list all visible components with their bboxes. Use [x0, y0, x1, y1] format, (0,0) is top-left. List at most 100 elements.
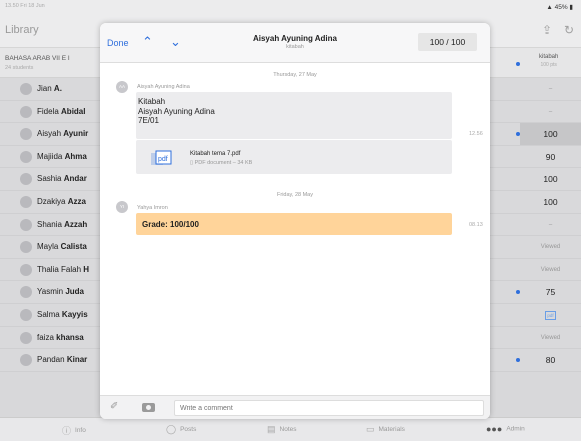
attachment-meta: ▯ PDF document – 34 KB: [190, 160, 252, 166]
student-name: Pandan Kinar: [37, 355, 107, 364]
camera-icon[interactable]: [142, 403, 155, 412]
refresh-icon[interactable]: ↻: [564, 23, 574, 37]
score-cell[interactable]: 90: [520, 146, 581, 168]
date-divider: Thursday, 27 May: [273, 72, 317, 78]
student-name: faiza khansa: [37, 333, 107, 342]
tab-notes-label: Notes: [279, 426, 297, 434]
people-icon: ●●●: [486, 424, 503, 434]
student-name: Sashia Andar: [37, 174, 107, 183]
score-cell[interactable]: Viewed: [520, 327, 581, 349]
battery-level: 45%: [554, 4, 568, 11]
avatar: [20, 263, 32, 276]
student-first-name: Fidela: [37, 106, 59, 116]
score-cell[interactable]: –: [520, 214, 581, 236]
assignment-column-points: 100 pts: [540, 62, 557, 68]
student-first-name: Thalia Falah: [37, 264, 82, 274]
student-last-name: Juda: [65, 287, 84, 297]
score-cell[interactable]: –: [520, 101, 581, 123]
message-time: 08.13: [469, 222, 483, 228]
svg-text:pdf: pdf: [158, 156, 168, 163]
avatar: [20, 241, 32, 254]
student-last-name: Kinar: [66, 355, 88, 365]
attachment-name[interactable]: Kitabah tema 7.pdf: [190, 151, 240, 157]
attachment-bubble[interactable]: [136, 140, 452, 174]
score-cell[interactable]: 75: [520, 281, 581, 303]
student-first-name: Mayla: [37, 242, 59, 252]
library-link[interactable]: Library: [5, 24, 39, 36]
class-name: BAHASA ARAB VII E I: [5, 55, 70, 62]
student-first-name: Dzakiya: [37, 196, 66, 206]
avatar: [20, 218, 32, 231]
assignment-column-title: kitabah: [539, 54, 559, 60]
pdf-file-icon: pdf: [151, 150, 172, 165]
pdf-icon: pdf: [545, 311, 556, 321]
score-cell[interactable]: –: [520, 78, 581, 100]
score-cell[interactable]: 100: [520, 123, 581, 146]
share-icon[interactable]: ⇪: [542, 23, 552, 37]
student-last-name: Abidal: [61, 106, 86, 116]
folder-icon: ▭: [366, 424, 375, 434]
student-name: Jian A.: [37, 84, 107, 93]
student-last-name: Kayyis: [61, 309, 88, 319]
avatar: [20, 195, 32, 208]
grade-message-text: Grade: 100/100: [142, 220, 199, 229]
status-time: 13.50 Fri 18 Jun: [5, 3, 45, 9]
student-last-name: A.: [53, 84, 62, 93]
modal-subtitle: kitabah: [286, 44, 304, 50]
comment-bar: ✐: [100, 395, 490, 419]
avatar: [20, 128, 32, 141]
student-first-name: faiza: [37, 332, 54, 342]
student-name: Mayla Calista: [37, 242, 107, 251]
student-name: Aisyah Ayunir: [37, 129, 107, 138]
student-first-name: Majiida: [37, 151, 63, 161]
tab-info-label: Info: [75, 427, 86, 435]
score-cell[interactable]: 100: [520, 168, 581, 190]
student-first-name: Yasmin: [37, 287, 64, 297]
message-line: Aisyah Ayuning Adina: [138, 106, 215, 116]
student-last-name: Calista: [60, 242, 87, 252]
score-cell[interactable]: 80: [520, 349, 581, 371]
tab-admin-label: Admin: [506, 425, 525, 433]
grade-field[interactable]: 100 / 100: [418, 33, 477, 51]
student-name: Shania Azzah: [37, 220, 107, 229]
student-name: Yasmin Juda: [37, 287, 107, 296]
comment-input[interactable]: [174, 400, 484, 416]
attachment-size: PDF document – 34 KB: [194, 160, 253, 166]
student-last-name: Andar: [63, 174, 87, 184]
chevron-down-icon[interactable]: ⌄: [170, 34, 181, 50]
student-first-name: Jian: [37, 84, 52, 93]
avatar: [20, 83, 32, 95]
student-last-name: Ayunir: [63, 129, 89, 139]
done-button[interactable]: Done: [107, 38, 129, 48]
message-line: Kitabah: [138, 97, 166, 106]
score-cell[interactable]: Viewed: [520, 259, 581, 281]
tab-admin[interactable]: ●●● Admin: [486, 424, 525, 434]
tab-info[interactable]: ⓘ Info: [62, 424, 86, 437]
score-cell[interactable]: pdf: [520, 304, 581, 326]
modal-header: Done ⌃ ⌄ Aisyah Ayuning Adina kitabah 10…: [100, 23, 490, 63]
date-divider: Friday, 28 May: [277, 192, 313, 198]
score-cell[interactable]: 100: [520, 191, 581, 213]
chevron-up-icon[interactable]: ⌃: [142, 34, 153, 50]
avatar: [20, 173, 32, 186]
student-last-name: H: [83, 264, 90, 274]
message-line: 7E/01: [138, 116, 159, 125]
score-cell[interactable]: Viewed: [520, 236, 581, 258]
paperclip-icon[interactable]: ✐: [110, 401, 118, 412]
tab-posts[interactable]: ◯ Posts: [166, 424, 196, 435]
speech-bubble-icon: ◯: [166, 424, 177, 434]
student-name: Majiida Ahma: [37, 152, 107, 161]
student-last-name: khansa: [56, 332, 84, 342]
student-name: Salma Kayyis: [37, 310, 107, 319]
message-text: Kitabah Aisyah Ayuning Adina 7E/01: [138, 97, 215, 126]
note-icon: ▤: [267, 424, 276, 434]
avatar: [20, 331, 32, 344]
student-first-name: Pandan: [37, 355, 65, 365]
message-time: 12.56: [469, 131, 483, 137]
assignment-column-header[interactable]: kitabah 100 pts: [539, 54, 558, 68]
avatar: [20, 286, 32, 299]
student-first-name: Sashia: [37, 174, 62, 184]
tab-notes[interactable]: ▤ Notes: [267, 424, 297, 435]
student-count: 24 students: [5, 65, 34, 71]
tab-materials[interactable]: ▭ Materials: [366, 424, 405, 435]
